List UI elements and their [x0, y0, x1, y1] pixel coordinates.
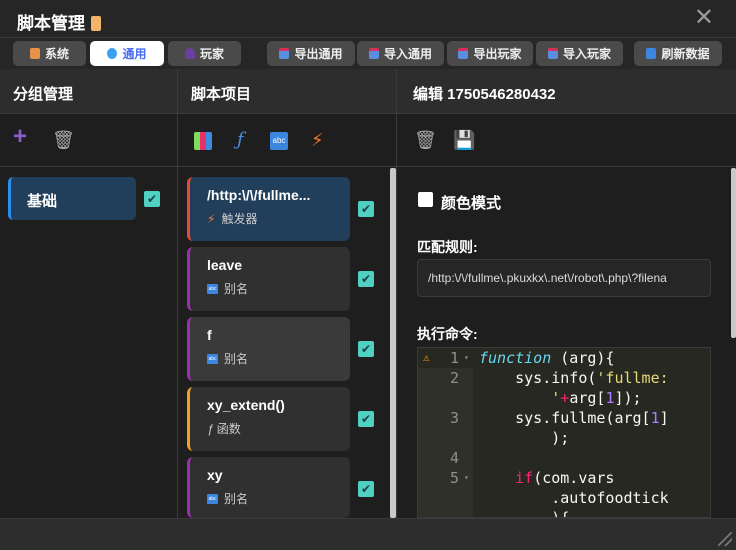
line-number: 4	[449, 449, 459, 467]
color-mode-checkbox[interactable]	[418, 192, 433, 207]
item-type: 别名	[224, 282, 249, 296]
alias-icon: abc	[207, 283, 218, 294]
match-rule-input[interactable]: /http:\/\/fullme\.pkuxkx\.net\/robot\.ph…	[417, 259, 711, 297]
item-name: /http:\/\/fullme...	[207, 187, 311, 203]
item-type: 别名	[224, 492, 249, 506]
title-bar: 脚本管理 ✕	[0, 0, 736, 38]
trigger-icon: ⚡	[207, 211, 216, 226]
button-label: 导入通用	[383, 47, 432, 61]
tab-system[interactable]: 系统	[13, 41, 86, 66]
divider	[396, 69, 397, 518]
code-line: sys.fullme(arg[1]	[479, 409, 669, 427]
item-checkbox[interactable]: ✔	[358, 271, 374, 287]
line-number: 3	[449, 409, 459, 427]
item-type: 触发器	[221, 212, 258, 226]
export-general-button[interactable]: 导出通用	[267, 41, 355, 66]
scroll-icon	[91, 16, 101, 31]
divider	[177, 69, 178, 518]
refresh-data-button[interactable]: 刷新数据	[634, 41, 722, 66]
script-item[interactable]: xy_extend() ƒ 函数	[187, 387, 350, 451]
tab-label: 玩家	[199, 47, 224, 61]
line-number: 2	[449, 369, 459, 387]
code-line: );	[479, 429, 570, 447]
group-item[interactable]: 基础	[8, 177, 136, 220]
window-title: 脚本管理	[17, 9, 101, 34]
button-label: 导出通用	[294, 47, 343, 61]
item-checkbox[interactable]: ✔	[358, 341, 374, 357]
inbox-icon	[458, 48, 469, 59]
item-name: xy	[207, 467, 223, 483]
add-trigger-chart-button[interactable]	[194, 132, 212, 150]
tab-label: 系统	[44, 47, 69, 61]
alias-icon: abc	[207, 493, 218, 504]
import-general-button[interactable]: 导入通用	[357, 41, 444, 66]
add-function-button[interactable]: ƒ	[237, 130, 244, 150]
script-item[interactable]: /http:\/\/fullme... ⚡ 触发器	[187, 177, 350, 241]
script-item[interactable]: f abc 别名	[187, 317, 350, 381]
code-line: function (arg){	[479, 349, 615, 367]
items-scrollbar[interactable]	[390, 168, 396, 518]
export-player-button[interactable]: 导出玩家	[447, 41, 533, 66]
button-label: 导入玩家	[562, 47, 611, 61]
refresh-icon	[646, 48, 657, 59]
add-group-button[interactable]: +	[13, 125, 27, 149]
inbox-icon	[279, 48, 290, 59]
color-mode-label: 颜色模式	[441, 195, 502, 212]
add-alias-button[interactable]: abc	[270, 132, 288, 150]
column-headers: 分组管理 脚本项目 编辑 1750546280432	[0, 69, 736, 113]
script-item[interactable]: leave abc 别名	[187, 247, 350, 311]
code-line: if(com.vars	[515, 469, 615, 487]
script-item[interactable]: xy abc 别名	[187, 457, 350, 518]
button-label: 导出玩家	[473, 47, 522, 61]
window-title-text: 脚本管理	[17, 14, 85, 33]
globe-icon	[107, 48, 118, 59]
fold-arrow-icon[interactable]: ▾	[464, 468, 469, 488]
item-type: 函数	[216, 422, 241, 436]
code-editor[interactable]: ⚠ 1 2 3 4 5 ▾ ▾ function (arg){ sys.info…	[417, 347, 711, 518]
tab-general[interactable]: 通用	[90, 41, 164, 66]
inbox-icon	[547, 48, 558, 59]
item-name: xy_extend()	[207, 397, 285, 413]
save-button[interactable]: 💾	[453, 130, 475, 150]
import-player-button[interactable]: 导入玩家	[536, 41, 623, 66]
item-checkbox[interactable]: ✔	[358, 201, 374, 217]
fold-arrow-icon[interactable]: ▾	[464, 348, 469, 368]
items-heading: 脚本项目	[191, 86, 252, 103]
item-name: leave	[207, 257, 243, 273]
item-checkbox[interactable]: ✔	[358, 481, 374, 497]
footer	[0, 518, 736, 550]
button-label: 刷新数据	[661, 47, 710, 61]
code-line: '+arg[1]);	[551, 389, 642, 407]
item-checkbox[interactable]: ✔	[358, 411, 374, 427]
item-name: f	[207, 327, 212, 343]
tab-label: 通用	[122, 47, 147, 61]
delete-item-button[interactable]: 🗑	[414, 130, 437, 150]
code-line: .autofoodtick	[479, 489, 669, 507]
resize-handle-icon[interactable]	[718, 532, 732, 546]
person-icon	[184, 48, 195, 59]
delete-group-button[interactable]: 🗑	[52, 130, 75, 150]
alias-icon: abc	[207, 353, 218, 364]
match-rule-label: 匹配规则:	[417, 239, 478, 255]
command-label: 执行命令:	[417, 326, 478, 342]
groups-heading: 分组管理	[13, 86, 74, 103]
close-button[interactable]: ✕	[694, 6, 714, 30]
tab-player[interactable]: 玩家	[168, 41, 241, 66]
group-checkbox[interactable]: ✔	[144, 191, 160, 207]
editor-gutter: ⚠ 1 2 3 4 5 ▾ ▾	[418, 348, 473, 517]
code-line: ){	[479, 509, 570, 518]
toolbar: 系统 通用 玩家 导出通用 导入通用 导出玩家 导入玩家 刷新数据	[0, 38, 736, 69]
code-line: sys.info('fullme:	[479, 369, 669, 387]
item-type: 别名	[224, 352, 249, 366]
add-trigger-button[interactable]: ⚡	[311, 130, 324, 150]
function-icon: ƒ	[207, 421, 214, 436]
clipboard-icon	[29, 48, 40, 59]
inbox-icon	[368, 48, 379, 59]
icon-row: + 🗑 ƒ abc ⚡ 🗑 💾	[0, 113, 736, 167]
editor-heading: 编辑 1750546280432	[413, 86, 556, 103]
editor-scrollbar[interactable]	[731, 168, 736, 338]
